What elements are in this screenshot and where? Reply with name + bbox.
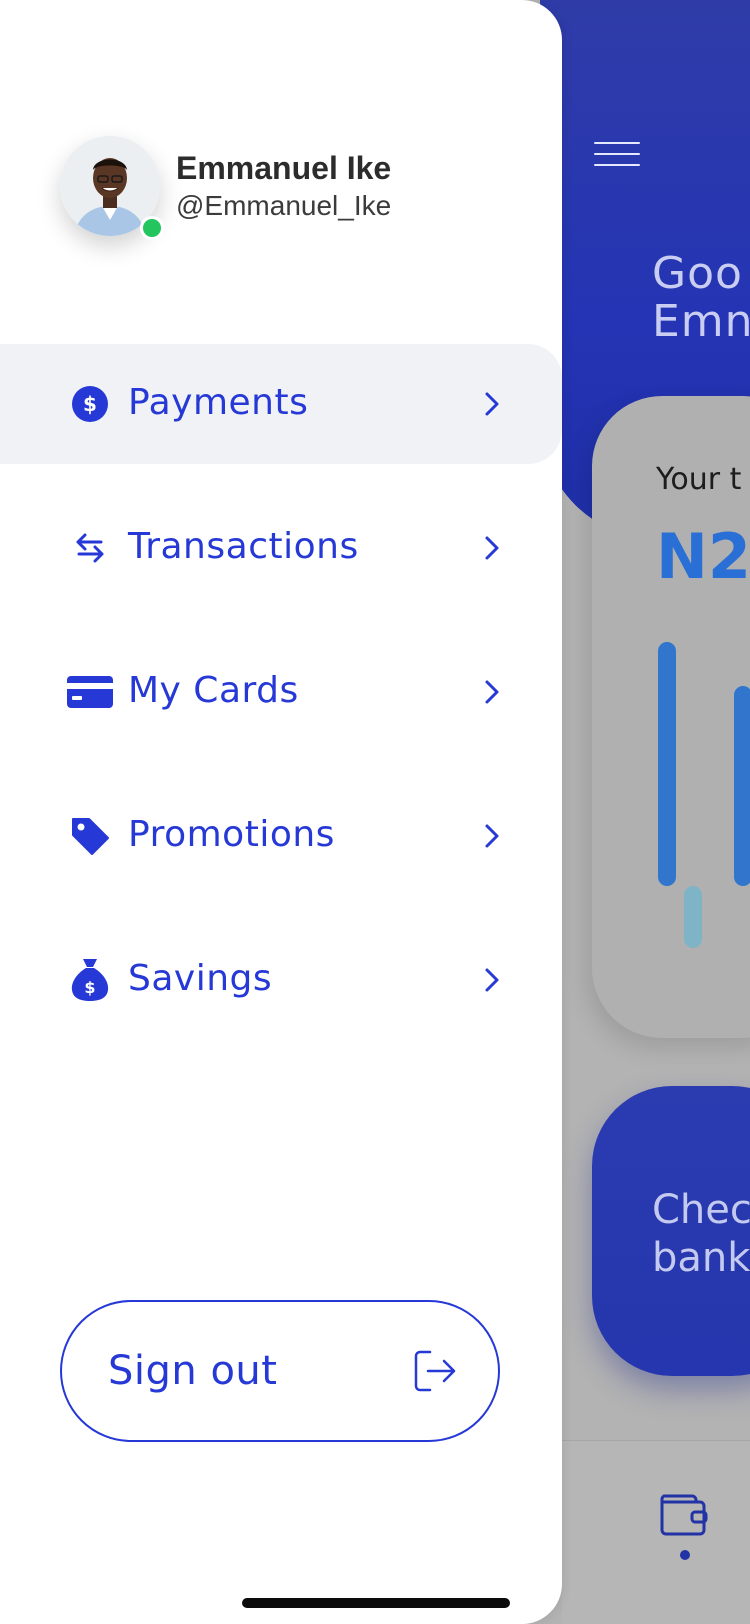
menu-label: Savings xyxy=(128,958,273,999)
chevron-right-icon xyxy=(485,536,499,560)
side-drawer: Emmanuel Ike @Emmanuel_Ike $ Payments Tr… xyxy=(0,0,562,1624)
hamburger-menu-icon[interactable] xyxy=(594,142,640,166)
tag-icon xyxy=(64,816,116,856)
greeting-text: Goo Emn xyxy=(652,248,750,347)
active-tab-dot xyxy=(680,1550,690,1560)
chevron-right-icon xyxy=(485,392,499,416)
logout-icon xyxy=(414,1350,456,1392)
chevron-right-icon xyxy=(485,968,499,992)
menu-item-payments[interactable]: $ Payments xyxy=(0,344,562,464)
svg-text:$: $ xyxy=(83,392,97,416)
menu-item-my-cards[interactable]: My Cards xyxy=(0,632,562,752)
svg-text:$: $ xyxy=(84,978,95,997)
wallet-icon[interactable] xyxy=(658,1488,710,1538)
menu-item-promotions[interactable]: Promotions xyxy=(0,776,562,896)
chart-bar xyxy=(734,686,750,886)
credit-card-icon xyxy=(64,672,116,712)
user-handle: @Emmanuel_Ike xyxy=(176,190,392,221)
avatar[interactable] xyxy=(60,136,164,240)
menu-item-transactions[interactable]: Transactions xyxy=(0,488,562,608)
home-indicator[interactable] xyxy=(242,1598,510,1608)
chevron-right-icon xyxy=(485,824,499,848)
chart-bar xyxy=(658,642,676,886)
menu-label: Promotions xyxy=(128,814,335,855)
chart-bar xyxy=(684,886,702,948)
money-bag-icon: $ xyxy=(64,959,116,1001)
menu-label: Transactions xyxy=(128,526,359,567)
menu-label: Payments xyxy=(128,382,309,423)
user-name: Emmanuel Ike xyxy=(176,150,392,186)
menu-item-savings[interactable]: $ Savings xyxy=(0,920,562,1040)
online-status-dot xyxy=(140,216,164,240)
balance-amount: N25 xyxy=(656,520,750,593)
sign-out-label: Sign out xyxy=(108,1348,278,1394)
transfer-arrows-icon xyxy=(64,528,116,568)
menu-label: My Cards xyxy=(128,670,299,711)
promo-text: Chec bank xyxy=(652,1187,750,1281)
dollar-circle-icon: $ xyxy=(64,384,116,424)
chevron-right-icon xyxy=(485,680,499,704)
sign-out-button[interactable]: Sign out xyxy=(60,1300,500,1442)
bottom-nav xyxy=(562,1440,750,1624)
balance-label: Your t xyxy=(656,462,742,497)
